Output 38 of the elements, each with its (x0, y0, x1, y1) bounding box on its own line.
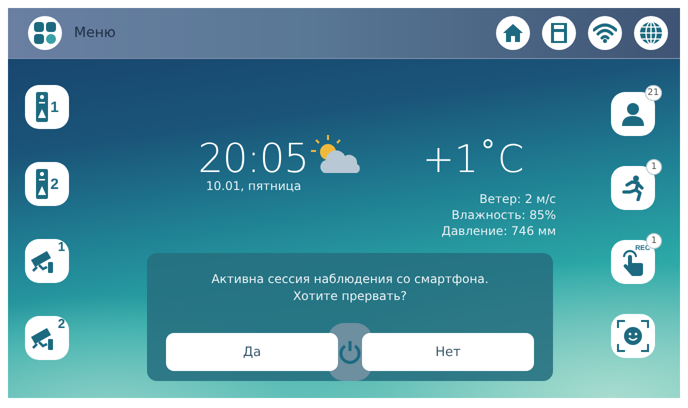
intercom-button[interactable]: 1 (25, 85, 69, 129)
dialog-button[interactable]: Да (166, 333, 338, 371)
number-label: 2 (50, 176, 59, 192)
weather-detail: Давление: 746 мм (441, 223, 556, 239)
weather-detail: Влажность: 85% (452, 207, 556, 223)
sd-card-button[interactable] (542, 16, 576, 50)
intercom-button[interactable]: 2 (25, 162, 69, 206)
wifi-button[interactable] (588, 16, 622, 50)
running-person-icon (621, 175, 645, 201)
globe-button[interactable] (634, 16, 668, 50)
camera-button[interactable]: 2 (25, 316, 69, 360)
count-badge: 21 (644, 85, 662, 101)
dialog-message: Хотите прервать? (293, 288, 407, 305)
sd-card-icon (550, 22, 568, 44)
number-label: 1 (58, 239, 66, 254)
face-recognition-button[interactable] (611, 314, 655, 358)
home-button[interactable] (496, 16, 530, 50)
intercom-icon (35, 92, 50, 122)
clock-time: 20:05 (198, 139, 308, 179)
date-label: 10.01, пятница (206, 179, 302, 193)
intercom-icon (35, 169, 50, 199)
temperature-label: +1˚C (422, 139, 524, 179)
dialog-message: Активна сессия наблюдения со смартфона. (211, 271, 489, 288)
menu-label: Меню (74, 25, 117, 41)
globe-icon (639, 21, 663, 45)
number-label: 2 (58, 316, 66, 331)
count-badge: 1 (646, 159, 662, 175)
number-label: 1 (50, 98, 59, 116)
home-icon (502, 23, 524, 43)
dialog-button[interactable]: Нет (362, 333, 534, 371)
power-icon (339, 340, 361, 364)
wifi-icon (593, 23, 617, 43)
person-icon (621, 102, 645, 126)
menu-button[interactable] (28, 16, 62, 50)
weather-detail: Ветер: 2 м/с (479, 191, 556, 207)
grid-icon (34, 22, 56, 44)
face-scan-icon (617, 320, 649, 352)
camera-button[interactable]: 1 (25, 239, 69, 283)
